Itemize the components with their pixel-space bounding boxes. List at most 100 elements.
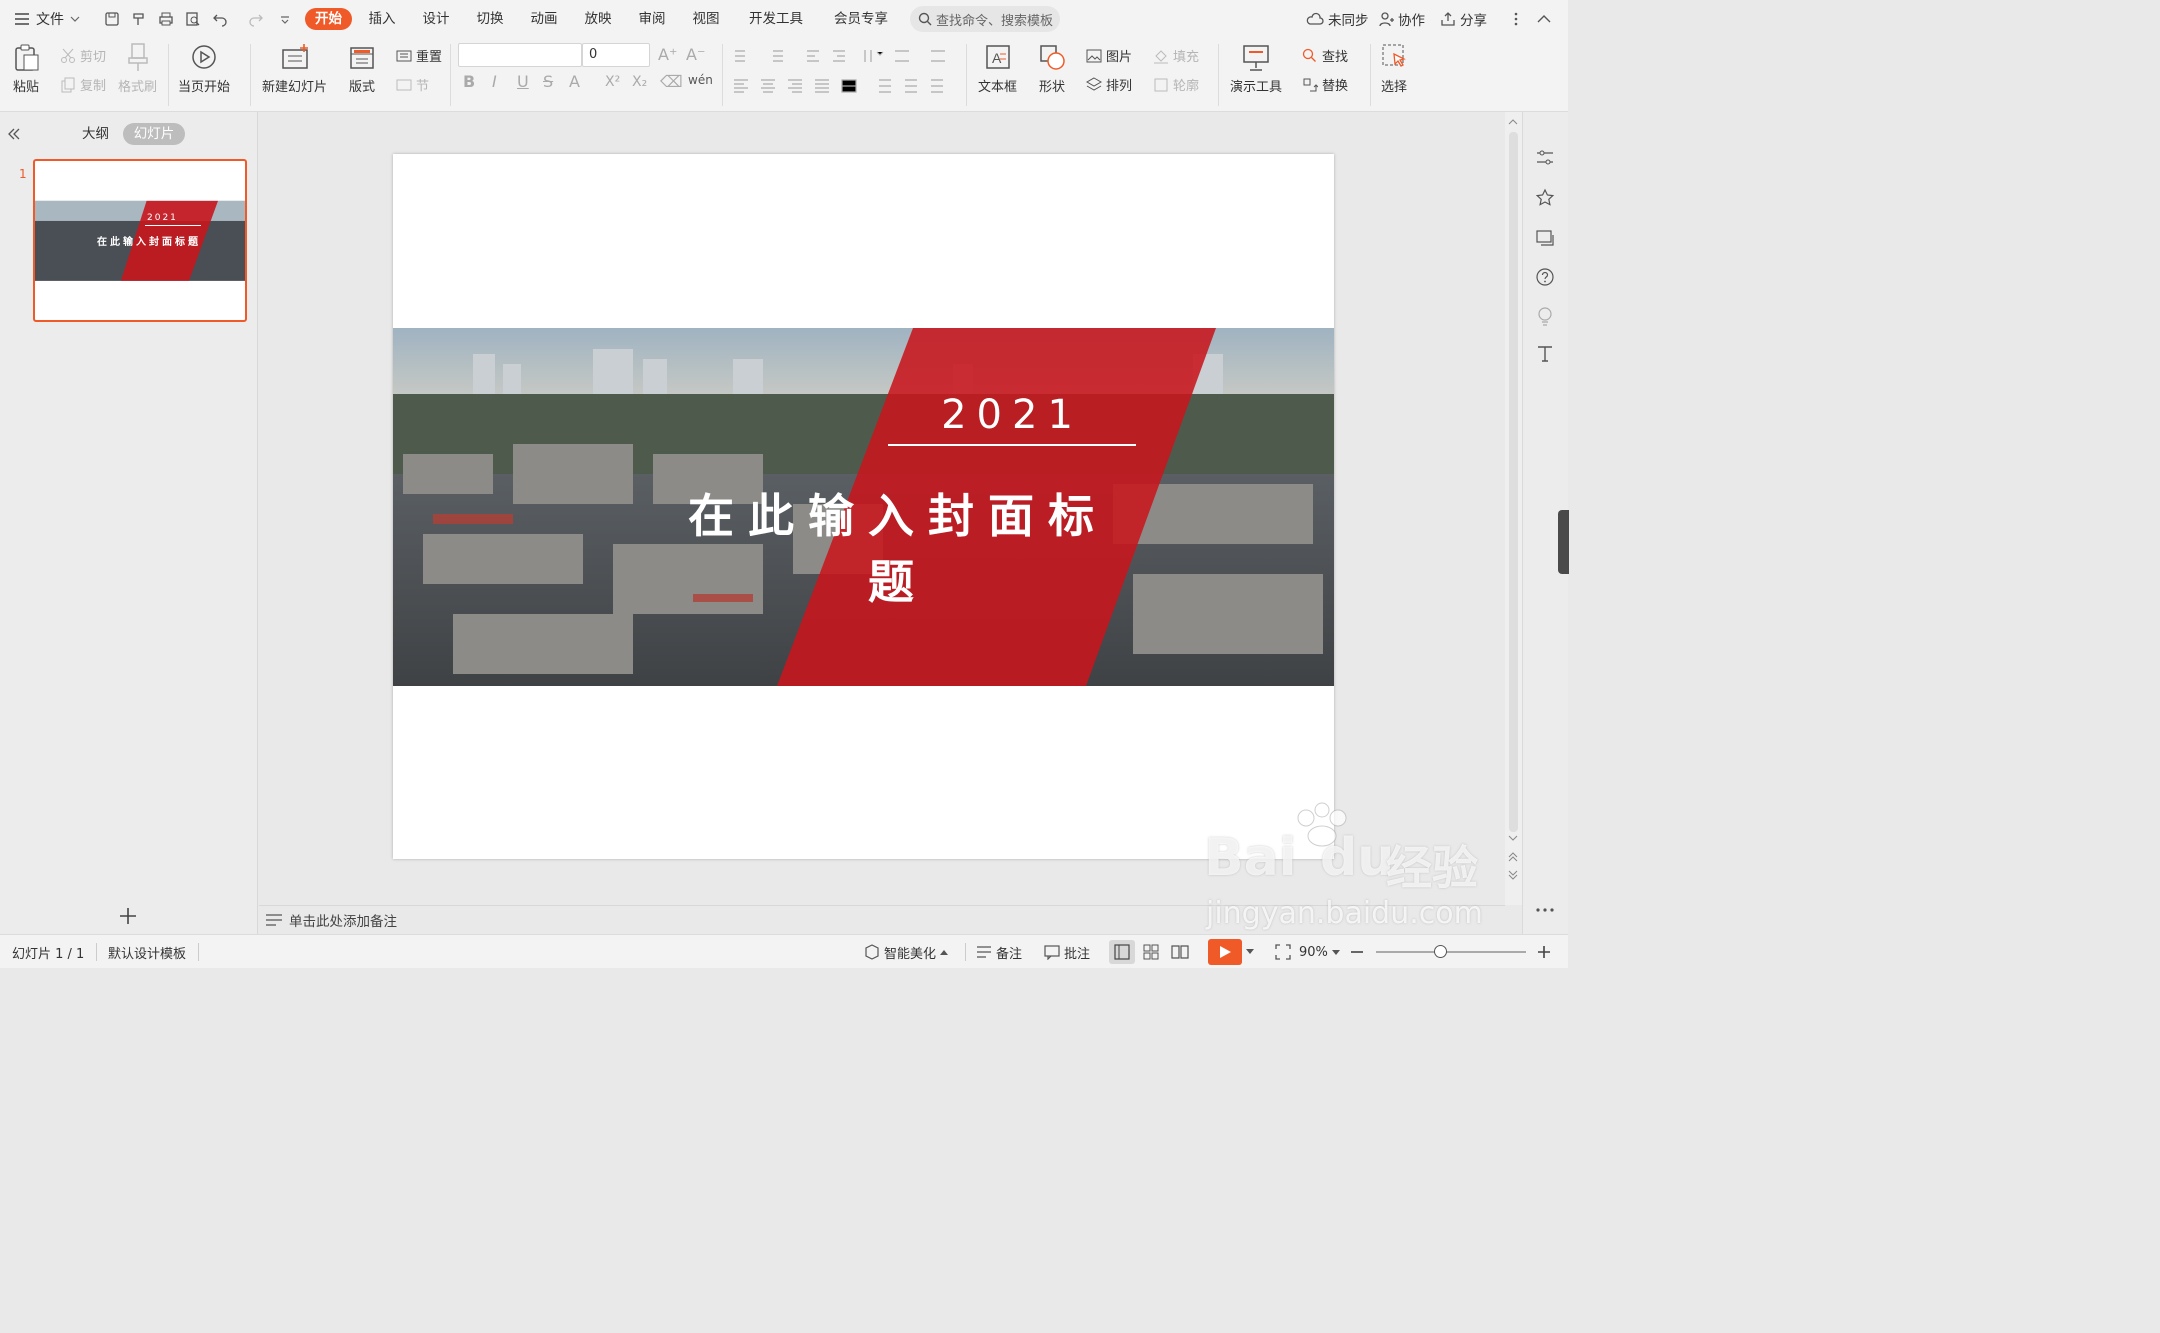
select-button[interactable]: 选择 bbox=[1380, 42, 1408, 95]
grow-font-icon[interactable]: A⁺ bbox=[658, 46, 677, 64]
sync-button[interactable]: 未同步 bbox=[1306, 9, 1369, 29]
star-icon[interactable] bbox=[1535, 188, 1555, 208]
slide-thumbnail[interactable]: 2021 在此输入封面标题 bbox=[33, 159, 247, 322]
collapse-panel-icon[interactable] bbox=[8, 128, 20, 140]
tab-slideshow[interactable]: 放映 bbox=[580, 8, 616, 30]
notes-bar[interactable]: 单击此处添加备注 bbox=[259, 905, 1505, 934]
slide-year[interactable]: 2021 bbox=[888, 392, 1136, 438]
redo-icon[interactable] bbox=[246, 9, 266, 29]
reading-view-icon[interactable] bbox=[1171, 944, 1189, 960]
underline-icon[interactable]: U bbox=[517, 73, 529, 91]
zoom-slider-track[interactable] bbox=[1376, 951, 1526, 953]
arrange-button[interactable]: 排列 bbox=[1086, 75, 1132, 94]
font-color-icon[interactable]: A bbox=[569, 73, 580, 91]
superscript-icon[interactable]: X² bbox=[605, 73, 620, 91]
format-painter-quick-icon[interactable] bbox=[129, 9, 149, 29]
fill-button[interactable]: 填充 bbox=[1153, 46, 1199, 65]
phonetic-icon[interactable]: wén bbox=[688, 71, 713, 89]
slide[interactable]: 2021 在此输入封面标题 bbox=[393, 154, 1334, 859]
template-name[interactable]: 默认设计模板 bbox=[108, 943, 186, 962]
prev-slide-icon[interactable] bbox=[1508, 852, 1518, 862]
replace-button[interactable]: 替换 bbox=[1302, 75, 1348, 94]
present-tools-button[interactable]: 演示工具 bbox=[1230, 42, 1282, 95]
next-slide-icon[interactable] bbox=[1508, 870, 1518, 880]
zoom-out-icon[interactable] bbox=[1350, 950, 1364, 954]
cut-button[interactable]: 剪切 bbox=[60, 46, 106, 65]
slide-switch-icon[interactable] bbox=[1535, 228, 1555, 248]
tab-design[interactable]: 设计 bbox=[418, 8, 454, 30]
eraser-icon[interactable]: ⌫ bbox=[660, 73, 683, 91]
tab-insert[interactable]: 插入 bbox=[364, 8, 400, 30]
play-slideshow-button[interactable] bbox=[1208, 939, 1242, 965]
zoom-options-icon[interactable] bbox=[1332, 950, 1340, 956]
quick-access-more-icon[interactable] bbox=[275, 9, 295, 29]
align-controls-row[interactable] bbox=[733, 78, 958, 94]
tab-outline[interactable]: 大纲 bbox=[82, 124, 109, 144]
zoom-slider-handle[interactable] bbox=[1434, 945, 1447, 958]
zoom-in-icon[interactable] bbox=[1537, 945, 1551, 959]
collab-button[interactable]: 协作 bbox=[1378, 9, 1425, 29]
copy-button[interactable]: 复制 bbox=[60, 75, 106, 94]
italic-icon[interactable]: I bbox=[492, 73, 497, 91]
tab-animations[interactable]: 动画 bbox=[526, 8, 562, 30]
share-button[interactable]: 分享 bbox=[1440, 9, 1487, 29]
normal-view-button[interactable] bbox=[1109, 940, 1135, 964]
zoom-level[interactable]: 90% bbox=[1299, 943, 1328, 961]
list-controls-row[interactable] bbox=[733, 48, 958, 64]
scroll-down-icon[interactable] bbox=[1508, 834, 1518, 842]
strikethrough-icon[interactable]: S bbox=[543, 73, 553, 91]
section-button[interactable]: 节 bbox=[396, 75, 429, 94]
shrink-font-icon[interactable]: A⁻ bbox=[686, 46, 705, 64]
add-slide-icon[interactable] bbox=[118, 906, 138, 926]
tab-slides[interactable]: 幻灯片 bbox=[123, 123, 185, 145]
slide-title[interactable]: 在此输入封面标题 bbox=[663, 480, 1133, 612]
paste-button[interactable]: 粘贴 bbox=[12, 42, 40, 95]
layers-icon bbox=[1086, 76, 1102, 91]
comments-button[interactable]: 批注 bbox=[1044, 943, 1090, 962]
help-icon[interactable] bbox=[1535, 267, 1555, 287]
font-family-select[interactable] bbox=[458, 43, 582, 67]
tab-review[interactable]: 审阅 bbox=[634, 8, 670, 30]
tab-transitions[interactable]: 切换 bbox=[472, 8, 508, 30]
tab-view[interactable]: 视图 bbox=[688, 8, 724, 30]
picture-button[interactable]: 图片 bbox=[1086, 46, 1132, 65]
fit-window-icon[interactable] bbox=[1275, 944, 1291, 960]
beautify-button[interactable]: 智能美化 bbox=[864, 943, 949, 962]
side-handle[interactable] bbox=[1558, 510, 1569, 574]
reset-label: 重置 bbox=[416, 50, 443, 65]
font-size-select[interactable]: 0 bbox=[582, 43, 650, 67]
layout-button[interactable]: 版式 bbox=[348, 42, 376, 95]
tab-home[interactable]: 开始 bbox=[305, 8, 352, 30]
play-options-icon[interactable] bbox=[1246, 949, 1254, 955]
reset-button[interactable]: 重置 bbox=[396, 46, 442, 65]
file-menu[interactable]: 文件 bbox=[14, 9, 80, 29]
new-slide-button[interactable]: 新建幻灯片 bbox=[262, 42, 327, 95]
format-painter-button[interactable]: 格式刷 bbox=[118, 42, 157, 95]
more-options-icon[interactable] bbox=[1506, 9, 1526, 29]
subscript-icon[interactable]: X₂ bbox=[632, 73, 647, 91]
print-preview-icon[interactable] bbox=[183, 9, 203, 29]
tab-member[interactable]: 会员专享 bbox=[830, 8, 892, 30]
bold-icon[interactable]: B bbox=[463, 73, 475, 91]
undo-icon[interactable] bbox=[210, 9, 230, 29]
text-tool-icon[interactable] bbox=[1535, 344, 1555, 364]
tab-developer[interactable]: 开发工具 bbox=[746, 8, 806, 30]
more-dots-icon[interactable] bbox=[1535, 907, 1555, 913]
notes-toggle-button[interactable]: 备注 bbox=[976, 943, 1022, 962]
scroll-up-icon[interactable] bbox=[1508, 118, 1518, 126]
sync-label: 未同步 bbox=[1328, 13, 1369, 29]
sorter-view-icon[interactable] bbox=[1143, 944, 1159, 960]
outline-button[interactable]: 轮廓 bbox=[1153, 75, 1199, 94]
lightbulb-icon[interactable] bbox=[1535, 306, 1555, 326]
save-icon[interactable] bbox=[102, 9, 122, 29]
collapse-ribbon-icon[interactable] bbox=[1534, 9, 1554, 29]
shape-button[interactable]: 形状 bbox=[1038, 42, 1066, 95]
vertical-scrollbar[interactable] bbox=[1505, 112, 1522, 905]
search-input[interactable]: 查找命令、搜索模板 bbox=[910, 6, 1060, 32]
from-current-button[interactable]: 当页开始 bbox=[178, 42, 230, 95]
textbox-button[interactable]: A 文本框 bbox=[978, 42, 1017, 95]
find-button[interactable]: 查找 bbox=[1302, 46, 1348, 65]
properties-icon[interactable] bbox=[1535, 148, 1555, 168]
print-icon[interactable] bbox=[156, 9, 176, 29]
scroll-thumb[interactable] bbox=[1509, 132, 1518, 832]
